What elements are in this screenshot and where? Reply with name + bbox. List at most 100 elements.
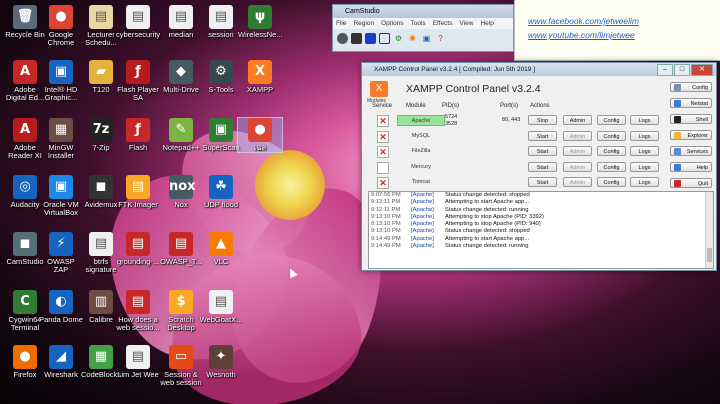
- help-icon[interactable]: ?: [435, 33, 446, 44]
- desktop-icon-nox[interactable]: nox Nox: [159, 175, 203, 209]
- module-config-button[interactable]: Config: [597, 115, 626, 125]
- view-icon[interactable]: ▣: [421, 33, 432, 44]
- admin-button[interactable]: Admin: [563, 130, 592, 141]
- desktop-icon-owaspzap[interactable]: ⚡ OWASP ZAP: [39, 232, 83, 274]
- control-panel-heading: XAMPP Control Panel v3.2.4: [406, 83, 541, 95]
- menu-region[interactable]: Region: [353, 18, 374, 29]
- desktop-icon-label: How does a web sessio...: [116, 315, 160, 332]
- maximize-button[interactable]: □: [674, 64, 690, 76]
- menu-help[interactable]: Help: [480, 18, 493, 29]
- start-stop-button[interactable]: Stop: [528, 115, 557, 125]
- help-button[interactable]: Help: [670, 162, 712, 172]
- menu-options[interactable]: Options: [381, 18, 403, 29]
- module-config-button[interactable]: Config: [597, 177, 626, 187]
- admin-button[interactable]: Admin: [563, 161, 592, 172]
- minimize-button[interactable]: –: [657, 64, 673, 76]
- desktop-icon-intelhd[interactable]: ▣ Intel® HD Graphic...: [39, 60, 83, 102]
- log-panel[interactable]: 9:07:56 PM [Apache] Status change detected…: [368, 191, 714, 269]
- menu-effects[interactable]: Effects: [433, 18, 453, 29]
- start-stop-button[interactable]: Start: [528, 177, 557, 187]
- desktop-icon-vlc[interactable]: ▲ VLC: [199, 232, 243, 266]
- desktop-icon-panda[interactable]: ◐ Panda Dome: [39, 290, 83, 324]
- shell-button[interactable]: Shell: [670, 114, 712, 124]
- admin-button[interactable]: Admin: [563, 146, 592, 156]
- admin-button[interactable]: Admin: [563, 177, 592, 187]
- region-icon[interactable]: [379, 33, 390, 44]
- config-button[interactable]: Config: [670, 82, 712, 92]
- desktop-icon-chrome[interactable]: ● Google Chrome: [39, 5, 83, 47]
- desktop-icon-owasptop[interactable]: ▤ OWASP_T...: [159, 232, 203, 266]
- log-scrollbar[interactable]: [705, 192, 713, 268]
- desktop-icon-scratch[interactable]: $ Scratch Desktop: [159, 290, 203, 332]
- lecturer-icon: ▤: [89, 5, 113, 29]
- admin-button[interactable]: Admin: [563, 115, 592, 125]
- t120-icon: ▰: [89, 60, 113, 84]
- xampp-titlebar[interactable]: XAMPP Control Panel v3.2.4 [ Compiled: J…: [362, 63, 716, 76]
- desktop-icon-label: Wireshark: [44, 370, 78, 379]
- stop-icon[interactable]: [365, 33, 376, 44]
- desktop-icon-limjetwee[interactable]: ▤ Lim Jet Wee: [116, 345, 160, 379]
- desktop-icon-notepadpp[interactable]: ✎ Notepad++: [159, 118, 203, 152]
- start-stop-button[interactable]: Start: [528, 130, 557, 141]
- desktop-icon-ftk[interactable]: ▤ FTK Imager: [116, 175, 160, 209]
- effects-icon[interactable]: ✺: [407, 33, 418, 44]
- log-module: [Apache]: [411, 199, 434, 206]
- desktop-icon-xampp[interactable]: X XAMPP: [238, 60, 282, 94]
- logs-button[interactable]: Logs: [630, 115, 659, 125]
- module-config-button[interactable]: Config: [597, 146, 626, 156]
- desktop-icon-cyber[interactable]: ▤ cybersecurity: [116, 5, 160, 39]
- menu-file[interactable]: File: [336, 18, 346, 29]
- logs-button[interactable]: Logs: [630, 130, 659, 141]
- services-button[interactable]: Services: [670, 146, 712, 156]
- desktop-icon-udpflood[interactable]: ☘ UDP flood: [199, 175, 243, 209]
- quit-button[interactable]: Quit: [670, 178, 712, 188]
- settings-icon[interactable]: ⚙: [393, 33, 404, 44]
- desktop-icon-grounding[interactable]: ▤ grounding-...: [116, 232, 160, 266]
- start-stop-button[interactable]: Start: [528, 161, 557, 172]
- desktop-icon-flash[interactable]: ƒ Flash: [116, 118, 160, 152]
- desktop-icon-wesnoth[interactable]: ✦ Wesnoth: [199, 345, 243, 379]
- desktop-icon-multidrive[interactable]: ◆ Multi-Drive: [159, 60, 203, 94]
- desktop-icon-superscan[interactable]: ▣ SuperScan: [199, 118, 243, 152]
- desktop-icon-label: session: [208, 30, 234, 39]
- logs-button[interactable]: Logs: [630, 177, 659, 187]
- desktop-icon-webgoat[interactable]: ▤ WebGoatX...: [199, 290, 243, 324]
- start-stop-button[interactable]: Start: [528, 146, 557, 156]
- netstat-button[interactable]: Netstat: [670, 98, 712, 108]
- menu-view[interactable]: View: [459, 18, 473, 29]
- desktop-icon-stools[interactable]: ⚙ S-Tools: [199, 60, 243, 94]
- explorer-button[interactable]: Explorer: [670, 130, 712, 140]
- header-module: Module: [406, 103, 426, 109]
- desktop-icon-label: Scratch Desktop: [167, 315, 195, 332]
- desktop-icon-median[interactable]: ▤ median: [159, 5, 203, 39]
- record-icon[interactable]: [337, 33, 348, 44]
- youtube-link[interactable]: www.youtube.com/limjetwee: [528, 28, 720, 42]
- service-checkbox[interactable]: ✕: [377, 177, 389, 189]
- desktop-icon-sessionweb[interactable]: ▭ Session & web session: [159, 345, 203, 387]
- config-button-label: Config: [692, 85, 708, 91]
- desktop-icon-wireless[interactable]: ψ WirelessNe...: [238, 5, 283, 39]
- pause-icon[interactable]: [351, 33, 362, 44]
- service-checkbox[interactable]: ✕: [377, 130, 389, 143]
- service-checkbox[interactable]: ✕: [377, 146, 389, 158]
- desktop-icon-label: Flash: [128, 143, 148, 152]
- log-lines: 9:07:56 PM [Apache] Status change detected…: [369, 192, 713, 250]
- desktop-icon-vbox[interactable]: ▣ Oracle VM VirtualBox: [39, 175, 83, 217]
- desktop-icon-session[interactable]: ▤ session: [199, 5, 243, 39]
- desktop-icon-mingw[interactable]: ▦ MinGW Installer: [39, 118, 83, 160]
- logs-button[interactable]: Logs: [630, 161, 659, 172]
- desktop-icon-wireshark[interactable]: ◢ Wireshark: [39, 345, 83, 379]
- desktop-icon-websession[interactable]: ▤ How does a web sessio...: [116, 290, 160, 332]
- menu-tools[interactable]: Tools: [411, 18, 426, 29]
- desktop-icon-chromeshort[interactable]: ● เฉล: [237, 117, 283, 153]
- service-checkbox[interactable]: [377, 161, 389, 174]
- camstudio-titlebar[interactable]: CamStudio: [333, 5, 513, 18]
- facebook-link[interactable]: www.facebook.com/jetweelim: [528, 14, 720, 28]
- module-config-button[interactable]: Config: [597, 130, 626, 141]
- module-config-button[interactable]: Config: [597, 161, 626, 172]
- logs-button[interactable]: Logs: [630, 146, 659, 156]
- desktop-icon-flashplayer[interactable]: ƒ Flash Player SA: [116, 60, 160, 102]
- service-checkbox[interactable]: ✕: [377, 115, 389, 127]
- owasptop-icon: ▤: [169, 232, 193, 256]
- close-button[interactable]: ✕: [691, 64, 713, 76]
